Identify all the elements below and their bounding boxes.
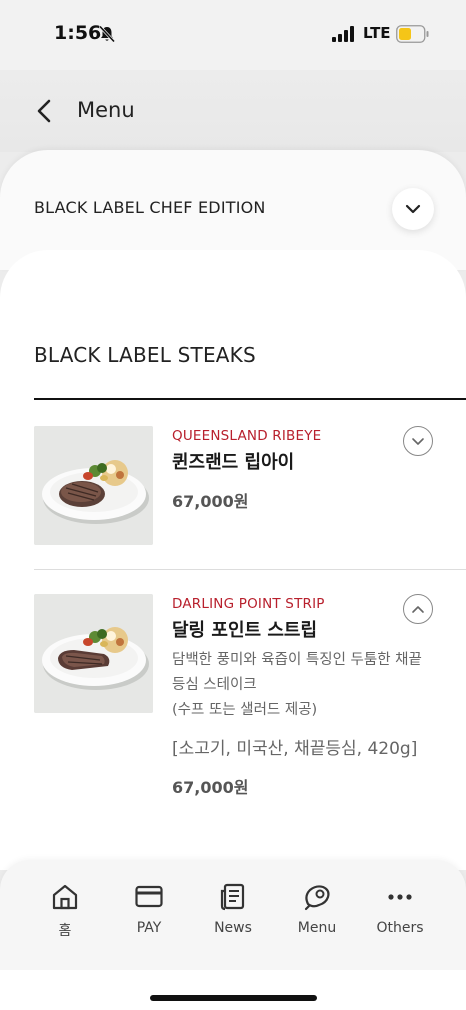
tab-menu[interactable]: Menu: [274, 882, 360, 942]
bottom-tab-bar: 홈 PAY News Menu Others: [0, 860, 466, 970]
tab-label: PAY: [136, 920, 162, 936]
tab-news[interactable]: News: [190, 882, 276, 942]
category-label: BLACK LABEL CHEF EDITION: [34, 198, 266, 217]
steak-photo: [34, 594, 153, 713]
category-dropdown-button[interactable]: [392, 188, 434, 230]
page-title: Menu: [77, 98, 135, 122]
item-description: 담백한 풍미와 육즙이 특징인 두툼한 채끝 등심 스테이크 (수프 또는 샐러…: [172, 648, 442, 723]
item-origin: [소고기, 미국산, 채끝등심, 420g]: [172, 739, 418, 759]
steak-photo: [34, 426, 153, 545]
back-arrow-icon[interactable]: [34, 98, 56, 124]
tab-label: News: [214, 920, 252, 936]
item-name-english: DARLING POINT STRIP: [172, 596, 325, 612]
status-bar: 1:56 LTE: [0, 0, 466, 70]
tab-label: 홈: [58, 923, 72, 939]
steak-icon: [304, 885, 330, 911]
status-time: 1:56: [54, 22, 102, 44]
signal-icon: [332, 26, 354, 42]
tab-home[interactable]: 홈: [22, 882, 108, 942]
chevron-down-icon: [412, 437, 424, 445]
home-indicator[interactable]: [150, 995, 317, 1001]
home-icon: [52, 884, 78, 910]
item-price: 67,000원: [172, 492, 249, 511]
item-description-line: 담백한 풍미와 육즙이 특징인 두툼한 채끝: [172, 652, 422, 668]
tab-others[interactable]: Others: [357, 882, 443, 942]
chevron-up-icon: [412, 605, 424, 613]
item-name-korean: 퀸즈랜드 립아이: [172, 452, 295, 473]
bell-muted-icon: [98, 25, 116, 43]
section-title: BLACK LABEL STEAKS: [34, 343, 256, 367]
network-label: LTE: [363, 24, 391, 42]
menu-content: BLACK LABEL STEAKS QUEENSLAND RIBEYE 퀸즈랜…: [0, 250, 466, 870]
tab-pay[interactable]: PAY: [106, 882, 192, 942]
expand-button[interactable]: [403, 426, 433, 456]
more-icon: [388, 894, 412, 900]
nav-bar: Menu: [0, 70, 466, 152]
item-description-line: 등심 스테이크: [172, 677, 257, 693]
tab-label: Menu: [297, 920, 337, 936]
item-name-korean: 달링 포인트 스트립: [172, 620, 318, 641]
item-name-english: QUEENSLAND RIBEYE: [172, 428, 322, 444]
battery-icon: [396, 25, 429, 43]
home-indicator-area: [0, 970, 466, 1010]
item-description-line: (수프 또는 샐러드 제공): [172, 702, 318, 718]
item-divider: [34, 569, 466, 570]
tab-label: Others: [376, 920, 424, 936]
card-icon: [135, 885, 163, 908]
news-icon: [220, 883, 245, 911]
section-divider: [34, 398, 466, 400]
collapse-button[interactable]: [403, 594, 433, 624]
item-price: 67,000원: [172, 778, 249, 797]
chevron-down-icon: [405, 204, 421, 214]
